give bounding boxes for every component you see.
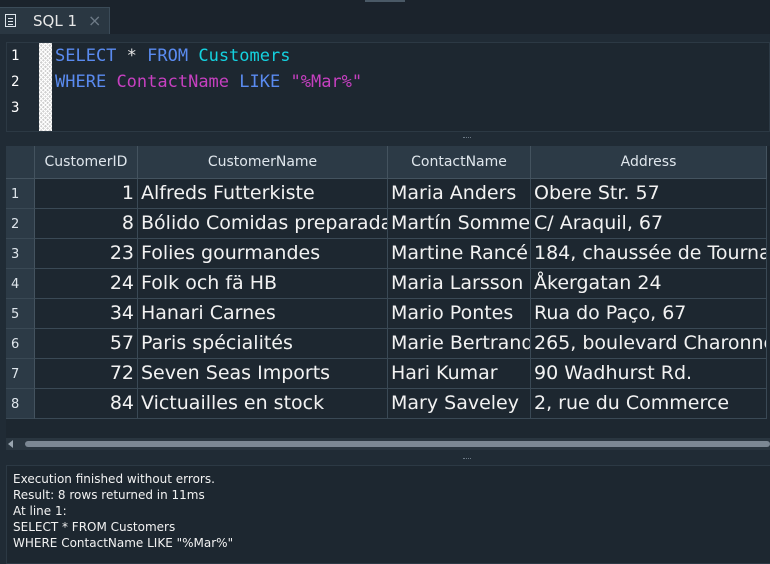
column-header-address[interactable]: Address — [531, 146, 767, 179]
cell-customerid[interactable]: 34 — [35, 299, 138, 329]
row-header[interactable]: 7 — [6, 359, 35, 389]
message-log[interactable]: Execution finished without errors. Resul… — [6, 465, 770, 564]
cell-customerid[interactable]: 8 — [35, 209, 138, 239]
row-header[interactable]: 4 — [6, 269, 35, 299]
cell-customername[interactable]: Victuailles en stock — [138, 389, 388, 419]
cell-contactname[interactable]: Martine Rancé — [388, 239, 531, 269]
cell-address[interactable]: Åkergatan 24 — [531, 269, 767, 299]
operator-star: * — [116, 46, 148, 66]
results-grid[interactable]: CustomerID CustomerName ContactName Addr… — [6, 146, 770, 438]
grid-corner[interactable] — [6, 146, 35, 179]
table-name: Customers — [198, 46, 291, 66]
cell-contactname[interactable]: Mary Saveley — [388, 389, 531, 419]
cell-customername[interactable]: Paris spécialités — [138, 329, 388, 359]
tab-bar: SQL 1 × — [0, 0, 770, 34]
cell-contactname[interactable]: Martín Sommer — [388, 209, 531, 239]
cell-address[interactable]: 90 Wadhurst Rd. — [531, 359, 767, 389]
code-line-1: SELECT * FROM Customers — [55, 46, 290, 66]
sql-editor[interactable]: 1 2 3 SELECT * FROM Customers WHERE Cont… — [6, 42, 770, 132]
column-header-customername[interactable]: CustomerName — [138, 146, 388, 179]
cell-address[interactable]: 2, rue du Commerce — [531, 389, 767, 419]
scroll-left-icon[interactable] — [8, 440, 13, 448]
line-number: 2 — [11, 74, 20, 90]
cell-contactname[interactable]: Marie Bertrand — [388, 329, 531, 359]
cell-customerid[interactable]: 84 — [35, 389, 138, 419]
close-tab-icon[interactable]: × — [88, 11, 101, 30]
cell-customerid[interactable]: 72 — [35, 359, 138, 389]
document-icon — [5, 14, 16, 27]
log-line: WHERE ContactName LIKE "%Mar%" — [13, 536, 234, 550]
row-header[interactable]: 3 — [6, 239, 35, 269]
cell-customername[interactable]: Bólido Comidas preparadas — [138, 209, 388, 239]
cell-address[interactable]: Rua do Paço, 67 — [531, 299, 767, 329]
line-number-gutter: 1 2 3 — [7, 43, 39, 131]
fold-margin[interactable] — [39, 43, 52, 131]
column-header-contactname[interactable]: ContactName — [388, 146, 531, 179]
cell-address[interactable]: 184, chaussée de Tournai — [531, 239, 767, 269]
cell-address[interactable]: 265, boulevard Charonne — [531, 329, 767, 359]
cell-customername[interactable]: Alfreds Futterkiste — [138, 179, 388, 209]
row-header[interactable]: 8 — [6, 389, 35, 419]
cell-customerid[interactable]: 57 — [35, 329, 138, 359]
cell-customername[interactable]: Hanari Carnes — [138, 299, 388, 329]
keyword-where: WHERE — [55, 72, 107, 92]
editor-splitter[interactable] — [463, 137, 471, 139]
cell-customerid[interactable]: 24 — [35, 269, 138, 299]
column-name: ContactName — [116, 72, 230, 92]
string-literal: "%Mar%" — [290, 72, 363, 92]
line-number: 3 — [11, 100, 20, 116]
tab-sql-1[interactable]: SQL 1 × — [0, 7, 110, 34]
horizontal-scrollbar[interactable] — [6, 438, 770, 450]
row-header[interactable]: 1 — [6, 179, 35, 209]
cell-contactname[interactable]: Maria Anders — [388, 179, 531, 209]
keyword-select: SELECT — [55, 46, 117, 66]
results-splitter[interactable] — [463, 458, 471, 460]
row-header[interactable]: 5 — [6, 299, 35, 329]
cell-customername[interactable]: Folk och fä HB — [138, 269, 388, 299]
column-header-customerid[interactable]: CustomerID — [35, 146, 138, 179]
cell-contactname[interactable]: Maria Larsson — [388, 269, 531, 299]
cell-customerid[interactable]: 23 — [35, 239, 138, 269]
row-header[interactable]: 2 — [6, 209, 35, 239]
cell-customerid[interactable]: 1 — [35, 179, 138, 209]
cell-customername[interactable]: Folies gourmandes — [138, 239, 388, 269]
cell-address[interactable]: Obere Str. 57 — [531, 179, 767, 209]
row-header[interactable]: 6 — [6, 329, 35, 359]
log-line: Result: 8 rows returned in 11ms — [13, 488, 205, 502]
tab-label: SQL 1 — [33, 12, 77, 30]
log-line: At line 1: — [13, 504, 67, 518]
scrollbar-thumb[interactable] — [25, 441, 770, 447]
cell-contactname[interactable]: Hari Kumar — [388, 359, 531, 389]
keyword-like: LIKE — [239, 72, 281, 92]
cell-address[interactable]: C/ Araquil, 67 — [531, 209, 767, 239]
log-line: Execution finished without errors. — [13, 472, 215, 486]
window-grip[interactable] — [365, 0, 405, 2]
code-line-2: WHERE ContactName LIKE "%Mar%" — [55, 72, 362, 92]
cell-contactname[interactable]: Mario Pontes — [388, 299, 531, 329]
line-number: 1 — [11, 48, 20, 64]
cell-customername[interactable]: Seven Seas Imports — [138, 359, 388, 389]
keyword-from: FROM — [147, 46, 189, 66]
log-line: SELECT * FROM Customers — [13, 520, 176, 534]
